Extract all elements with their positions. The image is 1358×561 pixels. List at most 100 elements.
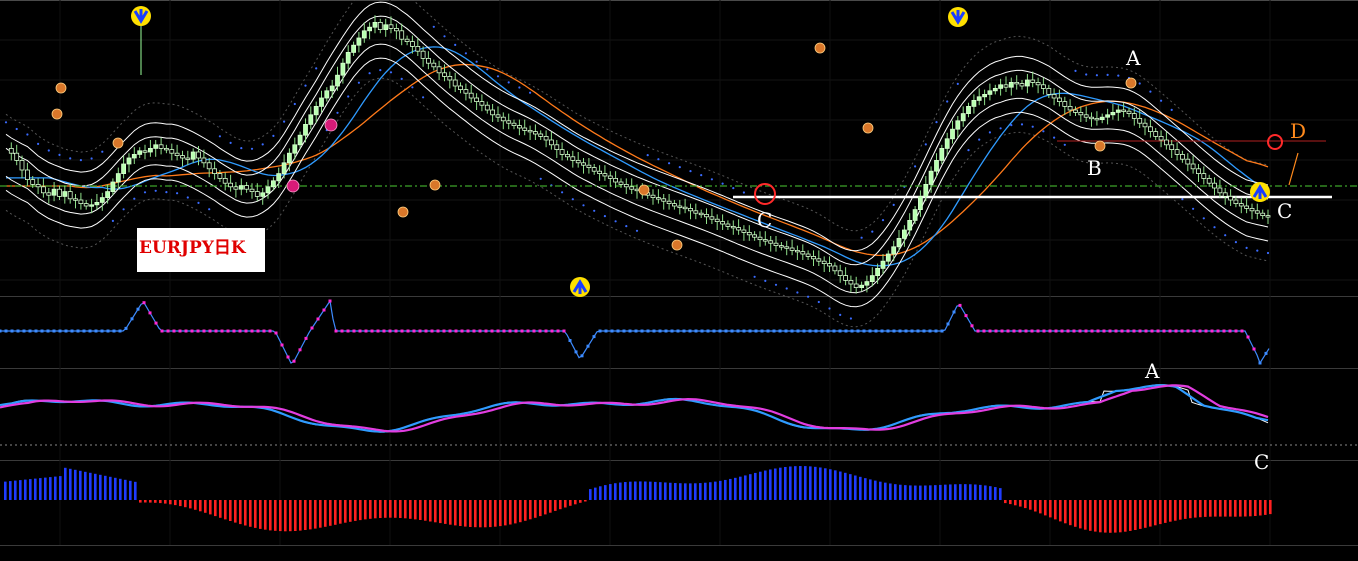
step-marker <box>592 335 596 339</box>
candle-body <box>527 129 533 133</box>
candle-body <box>832 265 838 272</box>
candle-body <box>709 216 715 220</box>
step-marker <box>76 329 80 333</box>
step-marker <box>28 329 32 333</box>
candle-body <box>746 231 752 236</box>
trail-dot <box>839 313 842 316</box>
histogram-bar <box>9 481 12 500</box>
histogram-bar <box>944 484 947 501</box>
candle-body <box>495 114 501 118</box>
histogram-bar <box>759 471 762 501</box>
histogram-bar <box>114 477 117 500</box>
histogram-bar <box>1224 500 1227 517</box>
candle-body <box>517 125 522 129</box>
histogram-bar <box>1189 500 1192 519</box>
step-marker <box>238 329 242 333</box>
histogram-bar <box>794 466 797 500</box>
histogram-bar <box>1134 500 1137 530</box>
step-marker <box>646 329 650 333</box>
step-marker <box>196 329 200 333</box>
trail-dot <box>956 82 959 85</box>
step-marker <box>154 321 158 325</box>
candle-body <box>163 147 169 151</box>
trail-dot <box>946 100 949 103</box>
step-marker <box>1120 329 1124 333</box>
histogram-bar <box>1219 500 1222 517</box>
pivot-marker-orange <box>55 82 67 94</box>
trail-dot <box>26 133 29 136</box>
candle-body <box>752 234 757 238</box>
candle-body <box>217 173 223 179</box>
candle-body <box>249 188 255 192</box>
step-marker <box>604 329 608 333</box>
step-marker <box>700 329 704 333</box>
histogram-panel <box>4 466 1272 533</box>
histogram-bar <box>504 500 507 526</box>
step-marker <box>844 329 848 333</box>
trail-dot <box>978 138 981 141</box>
step-marker <box>820 329 824 333</box>
candle-body <box>415 46 421 52</box>
step-marker <box>1228 329 1232 333</box>
candle-body <box>500 116 506 122</box>
candle-body <box>1153 131 1159 137</box>
candle-body <box>46 192 52 196</box>
step-marker <box>184 329 188 333</box>
candle-body <box>934 159 939 172</box>
histogram-bar <box>1064 500 1067 524</box>
trail-dot <box>774 283 778 286</box>
candle-body <box>559 149 565 155</box>
chart-title: EURJPY日K <box>139 238 246 258</box>
step-marker <box>394 329 398 333</box>
marker-circle-c <box>754 183 776 205</box>
histogram-bar <box>919 485 922 500</box>
step-marker <box>484 329 488 333</box>
step-marker <box>574 350 578 354</box>
histogram-bar <box>349 500 352 522</box>
step-marker <box>166 329 170 333</box>
histogram-bar <box>1139 500 1142 529</box>
histogram-bar <box>289 500 292 532</box>
step-marker <box>934 329 938 333</box>
histogram-bar <box>54 476 57 500</box>
candle-body <box>490 109 496 116</box>
step-marker <box>538 329 542 333</box>
histogram-bar <box>1174 500 1177 521</box>
candle-body <box>190 151 196 160</box>
histogram-bar <box>4 481 7 500</box>
step-marker <box>1048 329 1052 333</box>
histogram-bar <box>534 500 537 518</box>
candle-body <box>966 106 971 115</box>
histogram-bar <box>1194 500 1197 518</box>
trail-dot <box>475 60 478 63</box>
step-marker <box>280 343 284 347</box>
step-marker <box>1186 329 1190 333</box>
candle-body <box>666 200 672 204</box>
candle-body <box>725 223 731 227</box>
histogram-bar <box>964 484 967 501</box>
step-marker <box>442 329 446 333</box>
histogram-bar <box>674 483 677 501</box>
candle-body <box>147 147 153 153</box>
histogram-bar <box>1164 500 1167 523</box>
histogram-bar <box>314 500 317 529</box>
candle-body <box>377 21 383 30</box>
trail-dot <box>1085 73 1088 76</box>
histogram-bar <box>159 500 162 504</box>
candle-body <box>431 62 437 68</box>
step-marker <box>250 329 254 333</box>
step-marker <box>100 329 104 333</box>
histogram-bar <box>449 500 452 525</box>
histogram-bar <box>844 472 847 501</box>
step-marker <box>868 329 872 333</box>
step-marker <box>142 301 146 305</box>
candle-body <box>1233 199 1239 204</box>
step-marker <box>466 329 470 333</box>
histogram-bar <box>579 500 582 503</box>
histogram-bar <box>384 500 387 518</box>
candle-body <box>1025 79 1030 87</box>
step-marker <box>670 329 674 333</box>
histogram-bar <box>374 500 377 519</box>
candle-body <box>896 237 902 248</box>
trail-dot <box>443 35 446 38</box>
